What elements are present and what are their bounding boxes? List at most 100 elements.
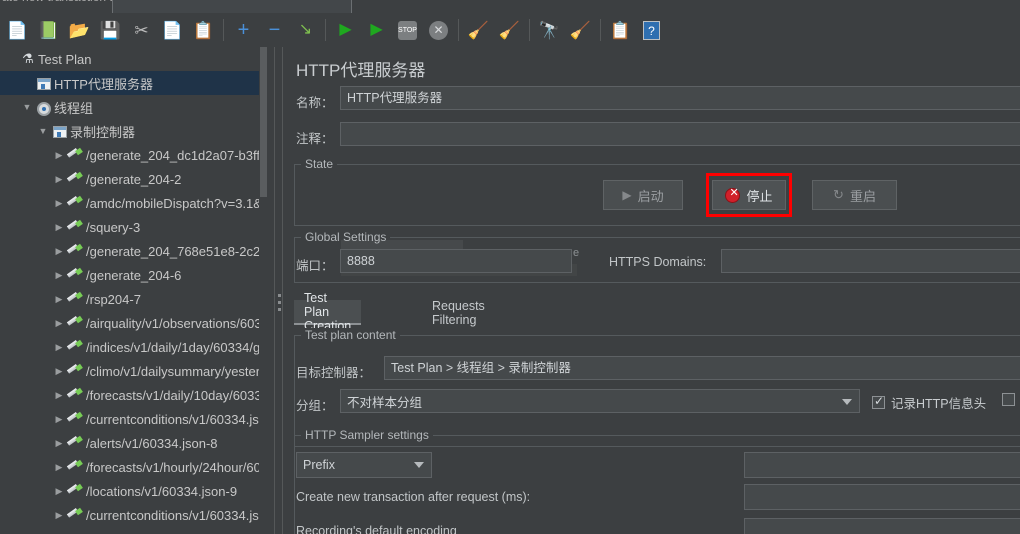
sampler-icon <box>66 148 86 163</box>
tree-scrollbar[interactable] <box>259 47 268 534</box>
checkbox-box[interactable] <box>872 394 885 409</box>
https-domains-input[interactable] <box>721 249 1020 273</box>
shutdown-icon[interactable]: ✕ <box>423 15 454 45</box>
clear-all-icon[interactable]: 🧹 <box>494 15 525 45</box>
expand-toggle-closed-icon[interactable]: ▶ <box>52 390 66 401</box>
sampler-icon <box>68 486 84 498</box>
copy-icon[interactable]: 📄 <box>157 15 188 45</box>
capture-headers-label: 记录HTTP信息头 <box>891 397 987 411</box>
tree-node-label: /generate_204_dc1d2a07-b3ff-4 <box>86 147 264 163</box>
tree-node[interactable]: ▶ /generate_204-6 <box>0 263 268 287</box>
start-button[interactable]: ▶ 启动 <box>603 180 683 210</box>
expand-toggle-closed-icon[interactable]: ▶ <box>52 270 66 281</box>
tree-scrollbar-thumb[interactable] <box>260 47 267 197</box>
toolbar-separator <box>325 19 326 41</box>
expand-toggle-closed-icon[interactable]: ▶ <box>52 438 66 449</box>
save-icon[interactable]: 💾 <box>95 15 126 45</box>
overlay-artifact: e <box>573 247 580 259</box>
expand-toggle-closed-icon[interactable]: ▶ <box>52 510 66 521</box>
templates-icon[interactable]: 📗 <box>33 15 64 45</box>
expand-toggle-closed-icon[interactable]: ▶ <box>52 342 66 353</box>
tree-node[interactable]: ▶ /climo/v1/dailysummary/yesterda <box>0 359 268 383</box>
checkbox-box[interactable] <box>1002 393 1015 406</box>
tree-node[interactable]: ▶ /generate_204-2 <box>0 167 268 191</box>
tree-node[interactable]: ▶ /generate_204_768e51e8-2c2e- <box>0 239 268 263</box>
transaction-input[interactable] <box>744 484 1020 510</box>
cut-icon[interactable]: ✂ <box>126 15 157 45</box>
tree-node[interactable]: ▶ /locations/v1/60334.json-9 <box>0 479 268 503</box>
sampler-icon <box>66 460 86 475</box>
search-icon: 🔭 <box>538 20 561 40</box>
search-icon[interactable]: 🔭 <box>534 15 565 45</box>
grouping-select[interactable]: 不对样本分组 <box>340 389 860 413</box>
cut-icon: ✂ <box>134 20 149 40</box>
capture-headers-checkbox[interactable]: 记录HTTP信息头 <box>872 393 986 412</box>
tree-node[interactable]: ▶ /squery-3 <box>0 215 268 239</box>
expand-toggle-closed-icon[interactable]: ▶ <box>52 366 66 377</box>
name-label: 名称： <box>296 96 334 110</box>
tree-node[interactable]: ▶ /forecasts/v1/daily/10day/60334- <box>0 383 268 407</box>
tree-node[interactable]: ▼ 线程组 <box>0 95 268 119</box>
prefix-input[interactable] <box>744 452 1020 478</box>
reset-search-icon[interactable]: 🧹 <box>565 15 596 45</box>
tree-node[interactable]: ▶ /amdc/mobileDispatch?v=3.1&ap <box>0 191 268 215</box>
port-input[interactable]: 8888 <box>340 249 572 273</box>
expand-icon[interactable]: + <box>228 15 259 45</box>
tree-node[interactable]: HTTP代理服务器 <box>0 71 268 95</box>
expand-toggle-closed-icon[interactable]: ▶ <box>52 246 66 257</box>
tree-node[interactable]: ▶ /airquality/v1/observations/60334 <box>0 311 268 335</box>
stop-button[interactable]: ✕ 停止 <box>712 180 786 210</box>
collapse-icon[interactable]: − <box>259 15 290 45</box>
tab-test-plan-creation[interactable]: Test Plan Creation <box>294 291 362 333</box>
function-helper-icon[interactable]: 📋 <box>605 15 636 45</box>
encoding-input[interactable] <box>744 518 1020 534</box>
expand-toggle-closed-icon[interactable]: ▶ <box>52 318 66 329</box>
tree-node[interactable]: ▶ /generate_204_dc1d2a07-b3ff-4 <box>0 143 268 167</box>
expand-toggle-closed-icon[interactable]: ▶ <box>52 294 66 305</box>
tree-node[interactable]: ▼ 录制控制器 <box>0 119 268 143</box>
expand-toggle-closed-icon[interactable]: ▶ <box>52 414 66 425</box>
clear-icon[interactable]: 🧹 <box>463 15 494 45</box>
expand-toggle-closed-icon[interactable]: ▶ <box>52 150 66 161</box>
tree-node[interactable]: ▶ /indices/v1/daily/1day/60334/grou <box>0 335 268 359</box>
tree-node-label: 线程组 <box>54 100 94 116</box>
help-icon[interactable]: ? <box>636 15 667 45</box>
new-icon[interactable]: 📄 <box>2 15 33 45</box>
test-plan-tree[interactable]: ⚗ Test Plan HTTP代理服务器 ▼ 线程组 ▼ 录制控制器 ▶ /generate_… <box>0 47 268 534</box>
start-no-pauses-icon[interactable]: ▶ <box>361 15 392 45</box>
expand-toggle-open-icon[interactable]: ▼ <box>36 126 50 136</box>
restart-icon: ↻ <box>833 187 844 202</box>
split-divider[interactable] <box>274 47 283 534</box>
restart-button[interactable]: ↻ 重启 <box>812 180 897 210</box>
tree-node[interactable]: ▶ /forecasts/v1/hourly/24hour/6033 <box>0 455 268 479</box>
help-icon: ? <box>643 20 660 40</box>
sampler-icon <box>68 438 84 450</box>
tree-node[interactable]: ▶ /currentconditions/v1/60334.json <box>0 407 268 431</box>
toggle-icon[interactable]: ↘ <box>290 15 321 45</box>
expand-toggle-closed-icon[interactable]: ▶ <box>52 462 66 473</box>
paste-icon[interactable]: 📋 <box>188 15 219 45</box>
tab-requests-filtering[interactable]: Requests Filtering <box>422 299 495 327</box>
stop-icon[interactable]: STOP <box>392 15 423 45</box>
expand-toggle-open-icon[interactable]: ▼ <box>20 102 34 112</box>
expand-toggle-closed-icon[interactable]: ▶ <box>52 222 66 233</box>
tree-node-label: /forecasts/v1/daily/10day/60334- <box>86 387 264 403</box>
comment-input[interactable] <box>340 122 1020 146</box>
sampler-icon <box>66 196 86 211</box>
prefix-select[interactable]: Prefix <box>296 452 432 478</box>
expand-toggle-closed-icon[interactable]: ▶ <box>52 486 66 497</box>
sampler-icon <box>66 436 86 451</box>
start-icon[interactable]: ▶ <box>330 15 361 45</box>
expand-toggle-closed-icon[interactable]: ▶ <box>52 174 66 185</box>
tree-node[interactable]: ⚗ Test Plan <box>0 47 268 71</box>
name-input[interactable]: HTTP代理服务器 <box>340 86 1020 110</box>
secondary-checkbox[interactable] <box>1002 393 1015 406</box>
tree-node[interactable]: ▶ /alerts/v1/60334.json-8 <box>0 431 268 455</box>
tree-node[interactable]: ▶ /rsp204-7 <box>0 287 268 311</box>
open-icon[interactable]: 📂 <box>64 15 95 45</box>
collapse-icon: − <box>268 19 281 41</box>
expand-toggle-closed-icon[interactable]: ▶ <box>52 198 66 209</box>
target-controller-input[interactable]: Test Plan > 线程组 > 录制控制器 <box>384 356 1020 380</box>
tree-node[interactable]: ▶ /currentconditions/v1/60334.json <box>0 503 268 527</box>
page-title: HTTP代理服务器 <box>296 61 426 80</box>
